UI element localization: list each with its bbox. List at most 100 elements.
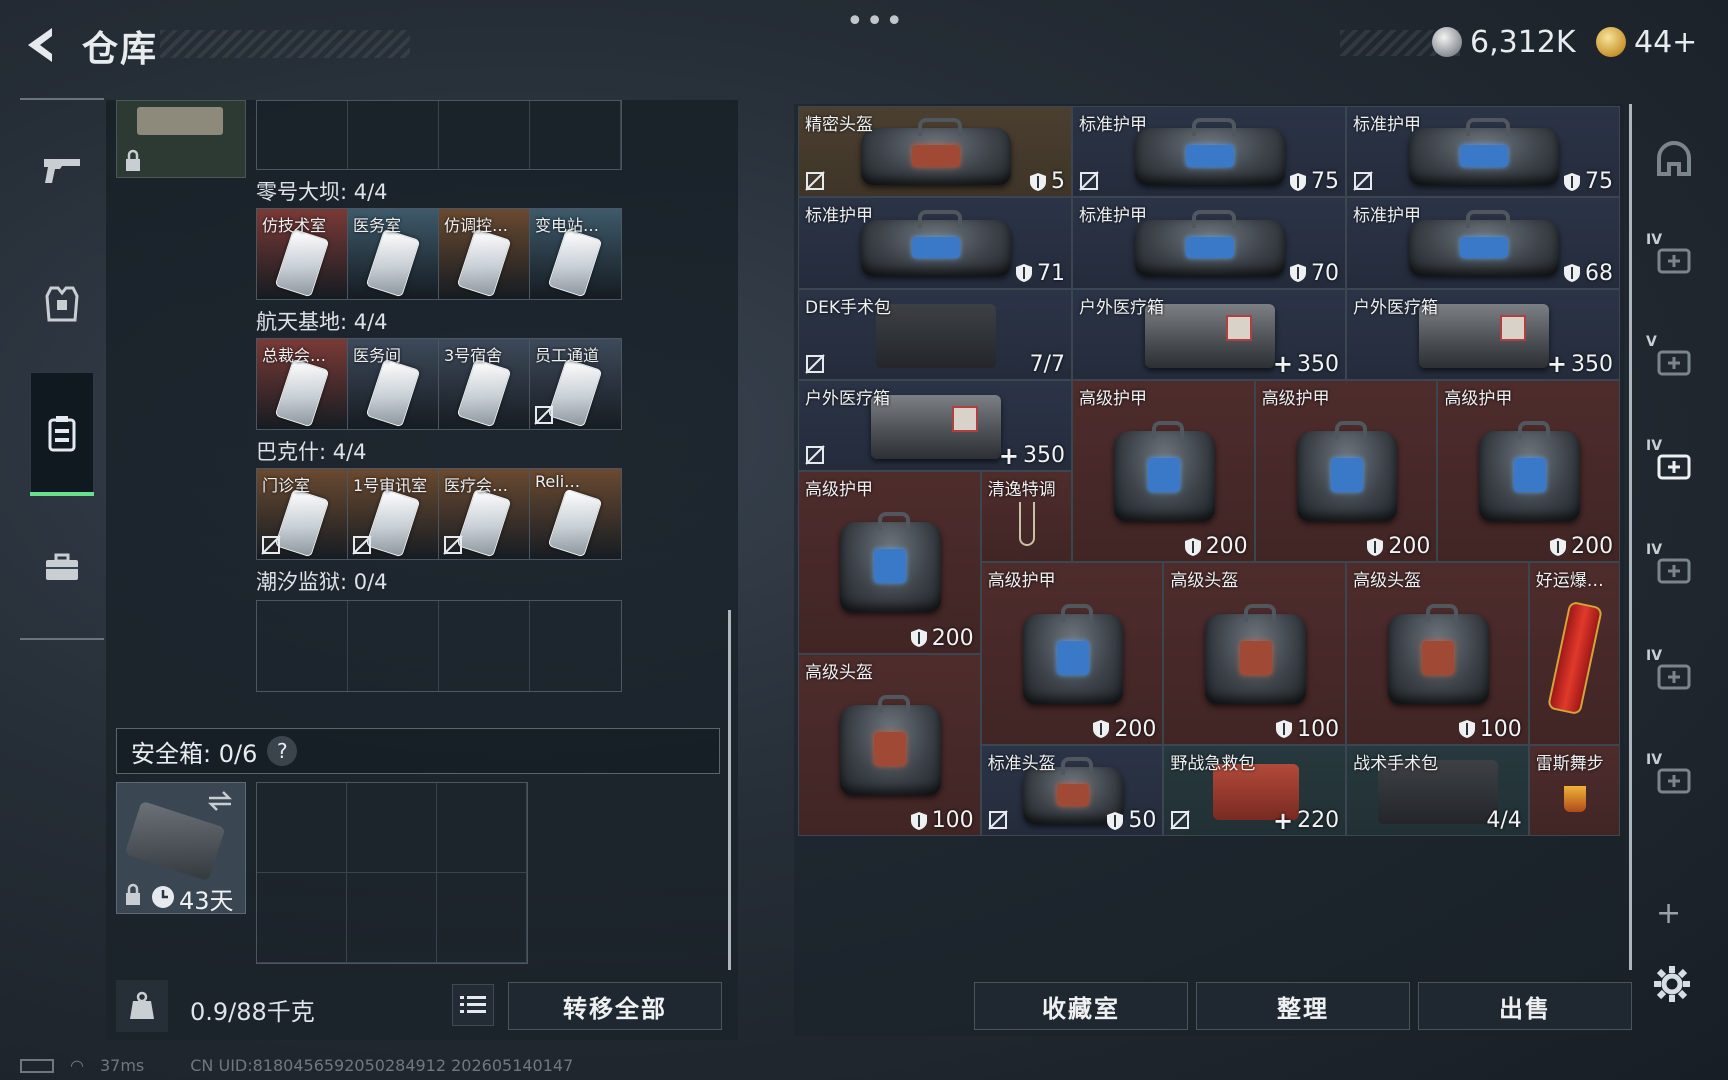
armor-image bbox=[861, 209, 1011, 277]
transfer-all-button[interactable]: 转移全部 bbox=[508, 982, 722, 1030]
inventory-item[interactable]: 战术手术包 4/4 bbox=[1346, 744, 1529, 836]
cleaning-slot-iv[interactable]: IV bbox=[1640, 534, 1708, 606]
keycard-slot[interactable]: Reli… bbox=[530, 469, 621, 559]
inventory-item[interactable]: 高级护甲 200 bbox=[1437, 379, 1621, 563]
no-loot-icon bbox=[987, 810, 1008, 830]
keycard-grid: 总裁会… 医务间 3号宿舍 员工通道 bbox=[256, 338, 622, 430]
item-value-text: 100 bbox=[1479, 716, 1522, 742]
swap-icon[interactable] bbox=[205, 789, 235, 813]
item-value-text: 71 bbox=[1037, 260, 1065, 286]
inventory-grid: 精密头盔 5 标准护甲 75 标准护甲 75 标准护甲 71 标准护甲 70 标准护甲 68 DEK手术… bbox=[798, 106, 1621, 836]
equipment-tab[interactable] bbox=[20, 262, 104, 346]
item-value: +350 bbox=[999, 443, 1065, 468]
active-tab-indicator bbox=[30, 492, 94, 496]
top-bar: 仓库 ••• 6,312K 44+ bbox=[0, 0, 1728, 90]
weapons-tab[interactable] bbox=[20, 128, 104, 212]
keycard-slot[interactable]: 3号宿舍 bbox=[439, 339, 530, 429]
item-name: 好运爆… bbox=[1535, 571, 1604, 592]
inventory-item[interactable]: 标准护甲 68 bbox=[1346, 197, 1620, 289]
list-view-button[interactable] bbox=[452, 984, 494, 1026]
keycard-slot[interactable]: 医疗会… bbox=[439, 469, 530, 559]
keycard-slot[interactable]: 医务室 bbox=[348, 209, 439, 299]
inventory-item[interactable]: 高级护甲 200 bbox=[980, 562, 1164, 745]
item-name: 高级护甲 bbox=[1444, 388, 1513, 409]
heal-plus-icon: + bbox=[1272, 350, 1293, 379]
armor-image bbox=[1022, 603, 1124, 704]
inventory-item[interactable]: DEK手术包 7/7 bbox=[798, 288, 1072, 380]
keycard-slot[interactable]: 员工通道 bbox=[530, 339, 621, 429]
back-arrow-icon[interactable] bbox=[18, 22, 64, 68]
toolbox-tab[interactable] bbox=[20, 526, 104, 610]
rig-slot-v[interactable]: V bbox=[1640, 326, 1708, 398]
inventory-item[interactable]: 高级护甲 200 bbox=[798, 471, 981, 654]
shield-icon bbox=[1107, 811, 1124, 830]
page-title: 仓库 bbox=[82, 29, 159, 70]
ping-text: 37ms bbox=[99, 1056, 145, 1075]
armor-slot-iv[interactable]: IV bbox=[1640, 224, 1708, 296]
item-value-text: 200 bbox=[931, 625, 974, 651]
keycard-slot[interactable]: 仿技术室 bbox=[257, 209, 348, 299]
shield-icon bbox=[1290, 172, 1306, 191]
item-value-text: 70 bbox=[1311, 260, 1339, 286]
inventory-item[interactable]: 标准头盔 50 bbox=[980, 744, 1164, 836]
more-options-icon[interactable]: ••• bbox=[846, 4, 905, 39]
medkit2-slot-iv[interactable]: IV bbox=[1640, 640, 1708, 712]
keycard-slot[interactable]: 1号审讯室 bbox=[348, 469, 439, 559]
section-title: 零号大坝: 4/4 bbox=[256, 180, 388, 204]
weight-lock-button[interactable] bbox=[116, 980, 168, 1032]
item-value-text: 5 bbox=[1051, 169, 1065, 195]
medical-case-image bbox=[871, 394, 1001, 459]
inventory-item[interactable]: 标准护甲 71 bbox=[798, 197, 1072, 289]
silver-currency: 6,312K bbox=[1432, 22, 1576, 62]
inventory-scrollbar[interactable] bbox=[1629, 104, 1632, 970]
inventory-item[interactable]: 高级头盔 100 bbox=[1346, 562, 1529, 745]
item-name: 雷斯舞步 bbox=[1535, 753, 1604, 774]
heal-plus-icon: + bbox=[1272, 806, 1294, 835]
inventory-item[interactable]: 野战急救包 +220 bbox=[1163, 744, 1347, 836]
keycard-image bbox=[365, 358, 421, 428]
keycard-image bbox=[365, 228, 421, 298]
inventory-item[interactable]: 户外医疗箱 +350 bbox=[1072, 288, 1346, 380]
add-slot-button[interactable]: + bbox=[1656, 896, 1681, 931]
keycard-slot[interactable]: 仿调控… bbox=[439, 209, 530, 299]
inventory-item[interactable]: 户外医疗箱 +350 bbox=[1346, 288, 1620, 380]
surgical-kit-image bbox=[876, 303, 996, 368]
collection-room-button[interactable]: 收藏室 bbox=[974, 982, 1188, 1030]
keycard-slot[interactable]: 总裁会… bbox=[257, 339, 348, 429]
item-name: 高级护甲 bbox=[805, 480, 873, 500]
inventory-item[interactable]: 清逸特调 bbox=[980, 471, 1072, 563]
keycard-slot[interactable]: 变电站… bbox=[530, 209, 621, 299]
inventory-item[interactable]: 高级头盔 100 bbox=[1163, 562, 1347, 745]
silver-amount: 6,312K bbox=[1470, 24, 1576, 60]
keycard-slot[interactable]: 门诊室 bbox=[257, 469, 348, 559]
medkit-slot-iv[interactable]: IV bbox=[1640, 430, 1708, 502]
keycard-label: 变电站… bbox=[535, 216, 600, 235]
inventory-item[interactable]: 高级护甲 200 bbox=[1254, 379, 1438, 563]
safe-box-item[interactable]: 43天 bbox=[116, 782, 246, 915]
inventory-item[interactable]: 标准护甲 75 bbox=[1346, 106, 1620, 198]
help-icon[interactable]: ? bbox=[267, 736, 298, 766]
section-title: 潮汐监狱: 0/4 bbox=[256, 570, 388, 594]
keycard-slot[interactable]: 医务间 bbox=[348, 339, 439, 429]
item-value: 100 bbox=[1458, 717, 1522, 742]
sell-button[interactable]: 出售 bbox=[1418, 982, 1632, 1030]
item-value-text: 50 bbox=[1128, 808, 1157, 833]
container-item[interactable] bbox=[116, 100, 246, 178]
inventory-item[interactable]: 标准护甲 75 bbox=[1072, 106, 1346, 198]
inventory-item[interactable]: 高级头盔 100 bbox=[798, 653, 981, 836]
stash-scrollbar[interactable] bbox=[728, 610, 731, 970]
equipment-slot-icon bbox=[1657, 350, 1691, 376]
item-value: 5 bbox=[1029, 169, 1065, 194]
sort-button[interactable]: 整理 bbox=[1196, 982, 1410, 1030]
inventory-item[interactable]: 高级护甲 200 bbox=[1072, 379, 1255, 563]
inventory-item[interactable]: 户外医疗箱 +350 bbox=[798, 379, 1072, 471]
gear-icon[interactable] bbox=[1652, 964, 1692, 1004]
helmet-slot[interactable] bbox=[1640, 124, 1708, 196]
cleaning2-slot-iv[interactable]: IV bbox=[1640, 744, 1708, 816]
medical-case-image bbox=[1419, 303, 1549, 368]
item-name: 户外医疗箱 bbox=[1079, 297, 1164, 318]
inventory-item[interactable]: 好运爆… bbox=[1528, 562, 1621, 745]
inventory-item[interactable]: 精密头盔 5 bbox=[798, 106, 1072, 198]
inventory-item[interactable]: 雷斯舞步 bbox=[1528, 744, 1621, 836]
inventory-item[interactable]: 标准护甲 70 bbox=[1072, 197, 1346, 289]
